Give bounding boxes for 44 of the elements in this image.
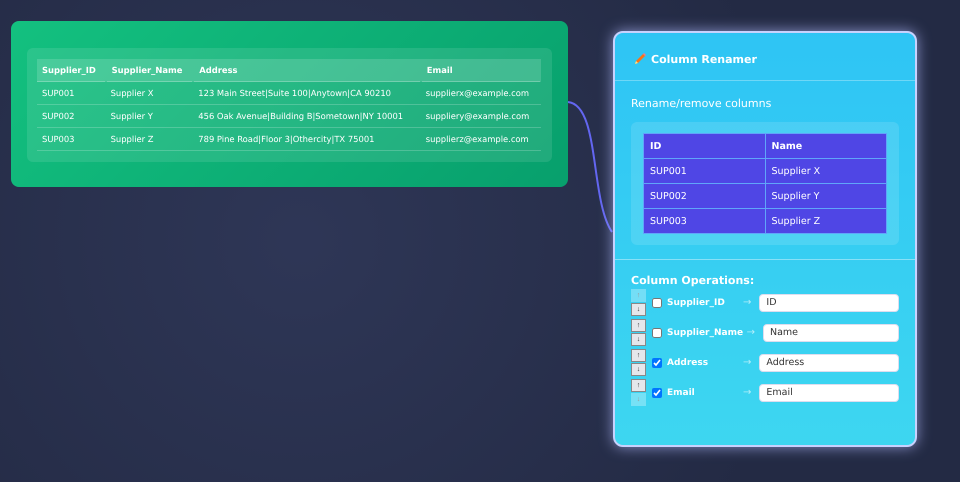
table-cell: SUP001 xyxy=(644,158,765,184)
table-cell: Supplier Z xyxy=(106,128,194,150)
table-cell: SUP003 xyxy=(644,208,765,234)
rename-field[interactable]: Name xyxy=(763,324,899,342)
arrow-glyph: → xyxy=(743,387,752,398)
column-header: Email xyxy=(420,59,541,82)
remove-checkbox[interactable] xyxy=(652,358,662,368)
remove-checkbox[interactable] xyxy=(652,328,662,338)
table-cell: supplierx@example.com xyxy=(420,82,541,104)
column-header: Address xyxy=(193,59,421,82)
table-cell: SUP002 xyxy=(37,104,106,128)
rename-field[interactable]: Address xyxy=(759,354,899,372)
arrow-glyph: → xyxy=(743,297,752,308)
rename-field[interactable]: ID xyxy=(759,294,899,312)
remove-checkbox[interactable] xyxy=(652,388,662,398)
table-cell: SUP001 xyxy=(37,82,106,104)
section-title: Column Operations: xyxy=(631,274,756,287)
remove-checkbox[interactable] xyxy=(652,298,662,308)
arrow-glyph: → xyxy=(743,357,752,368)
column-header: ID xyxy=(644,134,765,158)
table-cell: supplierz@example.com xyxy=(420,128,541,150)
table-cell: SUP003 xyxy=(37,128,106,150)
arrow-glyph: → xyxy=(746,327,755,338)
card-title: Column Renamer xyxy=(651,52,757,66)
column-header: Supplier_Name xyxy=(106,59,194,82)
table-cell: Supplier Y xyxy=(765,184,886,208)
table-cell: Supplier X xyxy=(106,82,194,104)
table-cell: Supplier X xyxy=(765,158,886,184)
pencil-icon xyxy=(633,52,647,66)
table-cell: SUP002 xyxy=(644,184,765,208)
column-header: Name xyxy=(765,134,886,158)
column-label: Email xyxy=(667,388,696,398)
column-label: Supplier_ID xyxy=(667,298,726,308)
table-cell: 123 Main Street|Suite 100|Anytown|CA 90210 xyxy=(193,82,421,104)
table-cell: 789 Pine Road|Floor 3|Othercity|TX 75001 xyxy=(193,128,421,150)
table-cell: Supplier Y xyxy=(106,104,194,128)
column-label: Address xyxy=(667,358,710,368)
column-label: Supplier_Name xyxy=(667,328,743,338)
table-cell: suppliery@example.com xyxy=(420,104,541,128)
column-header: Supplier_ID xyxy=(37,59,106,82)
table-cell: 456 Oak Avenue|Building B|Sometown|NY 10001 xyxy=(193,104,421,128)
rename-field[interactable]: Email xyxy=(759,384,899,402)
table-cell: Supplier Z xyxy=(765,208,886,234)
section-subtitle: Rename/remove columns xyxy=(631,97,772,110)
